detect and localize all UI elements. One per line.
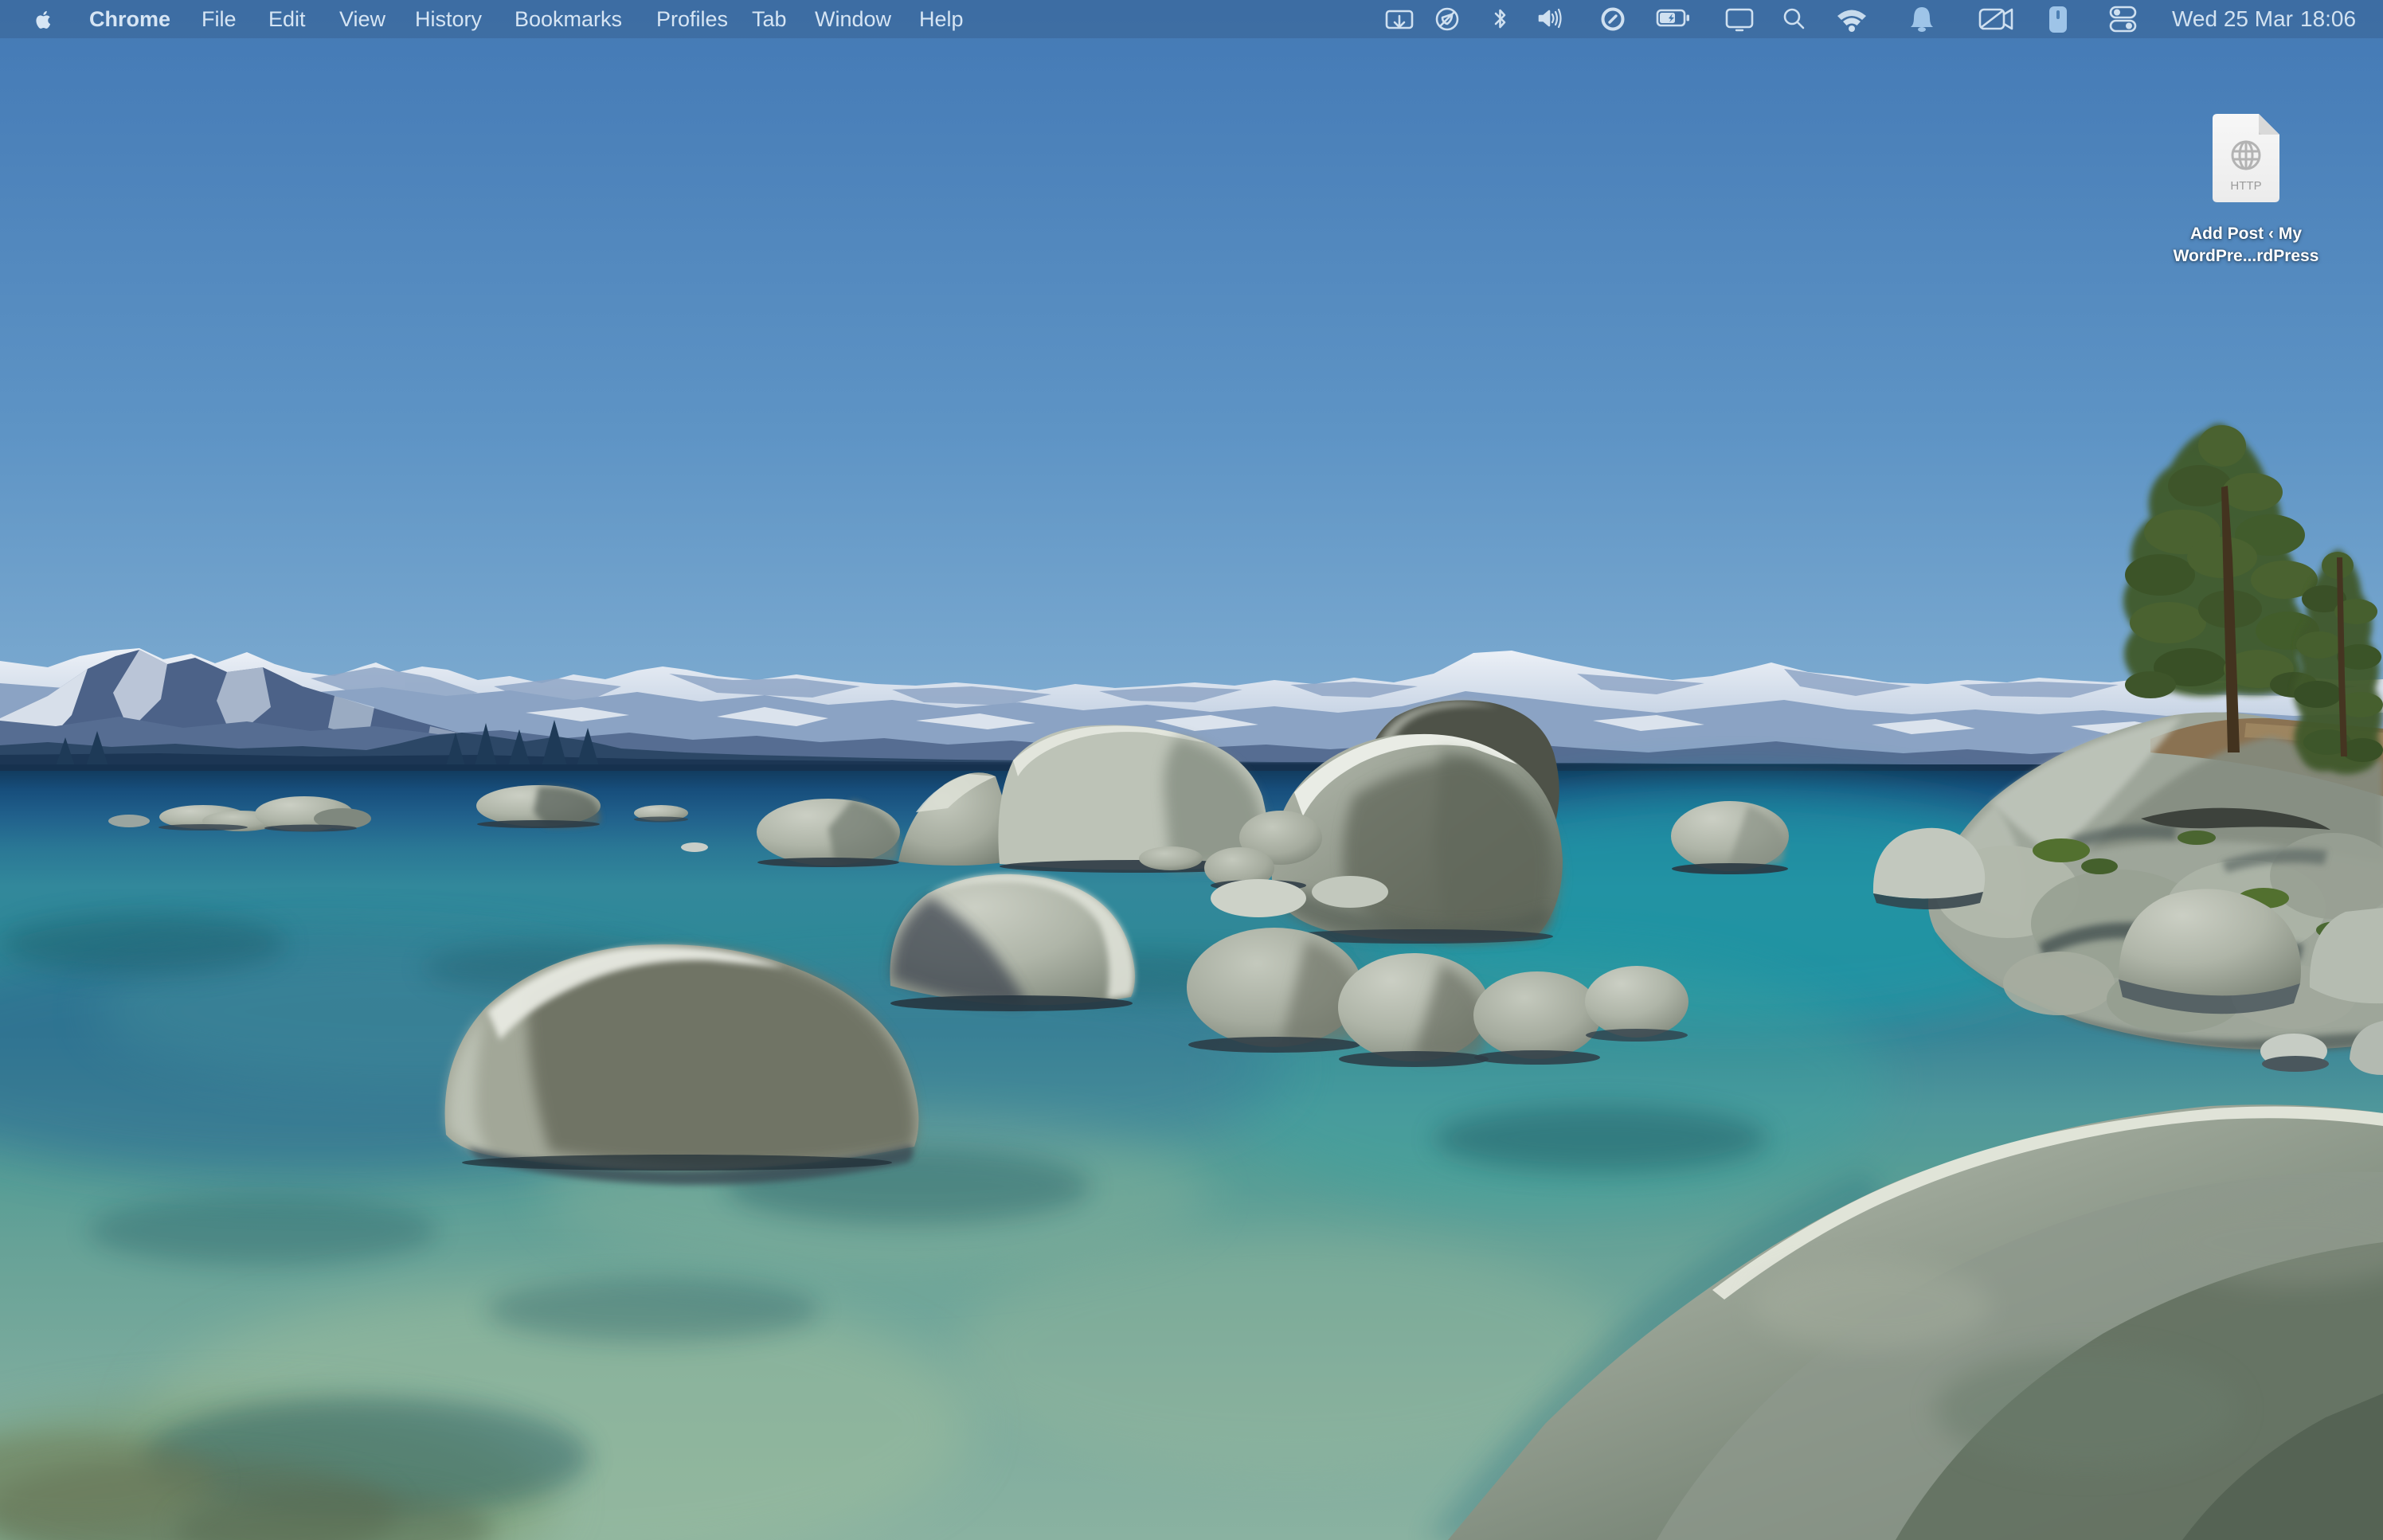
svg-text:HTTP: HTTP [2230, 179, 2261, 193]
svg-text:Wed 25 Mar: Wed 25 Mar [2172, 6, 2293, 31]
svg-text:18:06: 18:06 [2300, 6, 2356, 31]
